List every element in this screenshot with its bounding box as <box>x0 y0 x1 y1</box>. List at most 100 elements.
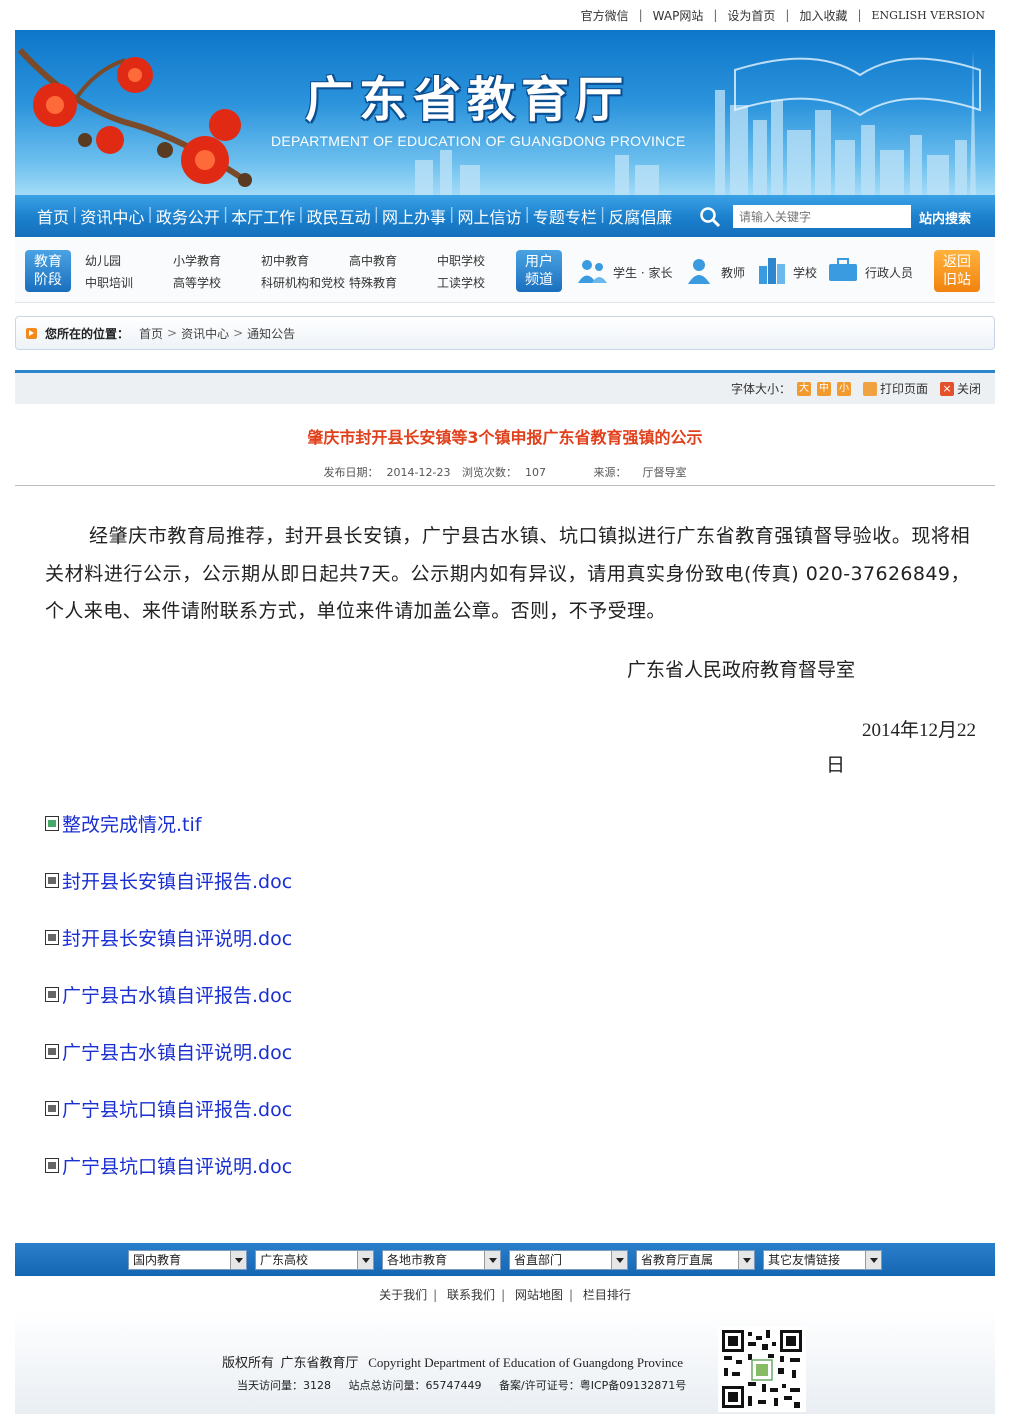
badge-line: 教育 <box>34 254 62 270</box>
stage-special-education[interactable]: 特殊教育 <box>349 274 397 291</box>
divider: | <box>501 1288 506 1302</box>
badge-line: 用户 <box>525 254 553 270</box>
contact-us-link[interactable]: 联系我们 <box>447 1288 495 1302</box>
nav-public-interaction[interactable]: 政民互动 <box>305 204 373 228</box>
doc-file-icon <box>45 1044 59 1059</box>
attachment-name: 广宁县古水镇自评说明.doc <box>62 1042 293 1064</box>
today-visits: 当天访问量：3128 <box>237 1379 331 1392</box>
stage-reform-school[interactable]: 工读学校 <box>437 274 485 291</box>
dropdown-arrow-icon <box>484 1250 500 1269</box>
select-value: 省直部门 <box>514 1252 563 1267</box>
attachment-name: 广宁县坑口镇自评报告.doc <box>62 1099 293 1121</box>
return-old-site-button[interactable]: 返回 旧站 <box>934 250 980 292</box>
top-links: 官方微信 | WAP网站 | 设为首页 | 加入收藏 | ENGLISH VERSION <box>15 0 995 30</box>
arrow-bullet-icon <box>26 327 37 339</box>
stage-higher-education[interactable]: 高等学校 <box>173 274 221 291</box>
stage-vocational-training[interactable]: 中职培训 <box>85 274 133 291</box>
nav-online-services[interactable]: 网上办事 <box>380 204 448 228</box>
about-us-link[interactable]: 关于我们 <box>379 1288 427 1302</box>
font-size-medium-button[interactable]: 中 <box>816 381 831 396</box>
english-version-link[interactable]: ENGLISH VERSION <box>862 9 996 22</box>
attachment-link[interactable]: 广宁县坑口镇自评说明.doc <box>45 1152 292 1179</box>
stage-primary[interactable]: 小学教育 <box>173 252 221 269</box>
sitemap-link[interactable]: 网站地图 <box>515 1288 563 1302</box>
attachment-link[interactable]: 整改完成情况.tif <box>45 810 201 837</box>
channel-schools[interactable]: 学校 <box>793 264 817 281</box>
nav-home[interactable]: 首页 <box>35 204 71 228</box>
divider: | <box>568 1288 573 1302</box>
wechat-link[interactable]: 官方微信 <box>571 7 639 24</box>
icp-record: 备案/许可证号：粤ICP备09132871号 <box>499 1379 687 1392</box>
other-links-select[interactable]: 其它友情链接 <box>763 1249 882 1270</box>
footer-links: 关于我们 | 联系我们 | 网站地图 | 栏目排行 <box>15 1286 995 1303</box>
attachment-name: 广宁县坑口镇自评说明.doc <box>62 1156 293 1178</box>
nav-divider: | <box>599 204 606 223</box>
guangdong-universities-select[interactable]: 广东高校 <box>255 1249 374 1270</box>
article-signature: 广东省人民政府教育督导室 <box>627 659 856 681</box>
chevron-right-icon: > <box>167 326 178 340</box>
stage-kindergarten[interactable]: 幼儿园 <box>85 252 121 269</box>
dropdown-arrow-icon <box>230 1250 246 1269</box>
nav-divider: | <box>72 204 78 223</box>
attachment-link[interactable]: 封开县长安镇自评报告.doc <box>45 867 292 894</box>
font-size-small-button[interactable]: 小 <box>836 381 851 396</box>
stage-vocational-school[interactable]: 中职学校 <box>437 252 485 269</box>
friendly-links-bar: 国内教育 广东高校 各地市教育 省直部门 省教育厅直属 其它友情链接 <box>15 1243 995 1276</box>
attachment-link[interactable]: 封开县长安镇自评说明.doc <box>45 924 292 951</box>
article-title: 肇庆市封开县长安镇等3个镇申报广东省教育强镇的公示 <box>307 428 703 447</box>
breadcrumb-label: 您所在的位置： <box>45 326 130 341</box>
domestic-education-select[interactable]: 国内教育 <box>128 1249 247 1270</box>
breadcrumb-notices[interactable]: 通知公告 <box>247 325 295 342</box>
stage-research-institutes[interactable]: 科研机构和党校 <box>261 274 345 291</box>
nav-anti-corruption[interactable]: 反腐倡廉 <box>606 204 674 228</box>
search-input[interactable] <box>733 205 911 228</box>
site-search-button[interactable]: 站内搜索 <box>919 208 971 227</box>
doc-file-icon <box>45 930 59 945</box>
divider <box>15 485 995 486</box>
article-toolbar: 字体大小： 大 中 小 打印页面 × 关闭 <box>15 373 995 404</box>
font-size-label: 字体大小： <box>730 382 791 396</box>
font-size-large-button[interactable]: 大 <box>796 381 811 396</box>
doc-file-icon <box>45 1101 59 1116</box>
select-value: 广东高校 <box>260 1252 309 1267</box>
breadcrumb-home[interactable]: 首页 <box>139 325 163 342</box>
doc-file-icon <box>45 1158 59 1173</box>
divider: | <box>433 1288 438 1302</box>
set-homepage-link[interactable]: 设为首页 <box>717 7 785 24</box>
nav-news-center[interactable]: 资讯中心 <box>78 204 146 228</box>
image-file-icon <box>45 816 59 831</box>
affiliated-units-select[interactable]: 省教育厅直属 <box>636 1249 755 1270</box>
attachment-link[interactable]: 广宁县古水镇自评说明.doc <box>45 1038 292 1065</box>
dropdown-arrow-icon <box>357 1250 373 1269</box>
print-page-link[interactable]: 打印页面 <box>880 380 928 397</box>
breadcrumb-news-center[interactable]: 资讯中心 <box>181 325 229 342</box>
wap-link[interactable]: WAP网站 <box>643 7 714 24</box>
nav-divider: | <box>222 204 229 223</box>
nav-online-petition[interactable]: 网上信访 <box>455 204 523 228</box>
nav-government-affairs[interactable]: 政务公开 <box>154 204 222 228</box>
print-icon <box>862 381 877 396</box>
add-favorite-link[interactable]: 加入收藏 <box>789 7 857 24</box>
user-channel-badge: 用户 频道 <box>516 250 562 292</box>
attachment-link[interactable]: 广宁县坑口镇自评报告.doc <box>45 1095 292 1122</box>
school-building-icon <box>759 258 785 284</box>
provincial-departments-select[interactable]: 省直部门 <box>509 1249 628 1270</box>
close-link[interactable]: 关闭 <box>957 380 981 397</box>
chevron-right-icon: > <box>233 326 244 340</box>
nav-department-work[interactable]: 本厅工作 <box>229 204 297 228</box>
select-value: 省教育厅直属 <box>641 1252 714 1267</box>
teacher-icon <box>688 259 710 284</box>
channel-administrators[interactable]: 行政人员 <box>865 264 913 281</box>
attachment-link[interactable]: 广宁县古水镇自评报告.doc <box>45 981 292 1008</box>
stage-senior-high[interactable]: 高中教育 <box>349 252 397 269</box>
stage-junior-high[interactable]: 初中教育 <box>261 252 309 269</box>
channel-students-parents[interactable]: 学生 · 家长 <box>613 264 672 281</box>
dropdown-arrow-icon <box>865 1250 881 1269</box>
nav-divider: | <box>298 204 304 223</box>
channel-teachers[interactable]: 教师 <box>721 264 745 281</box>
city-education-select[interactable]: 各地市教育 <box>382 1249 501 1270</box>
doc-file-icon <box>45 873 59 888</box>
article-body: 经肇庆市教育局推荐，封开县长安镇，广宁县古水镇、坑口镇拟进行广东省教育强镇督导验… <box>45 525 970 622</box>
column-ranking-link[interactable]: 栏目排行 <box>583 1288 631 1302</box>
nav-special-topics[interactable]: 专题专栏 <box>531 204 599 228</box>
